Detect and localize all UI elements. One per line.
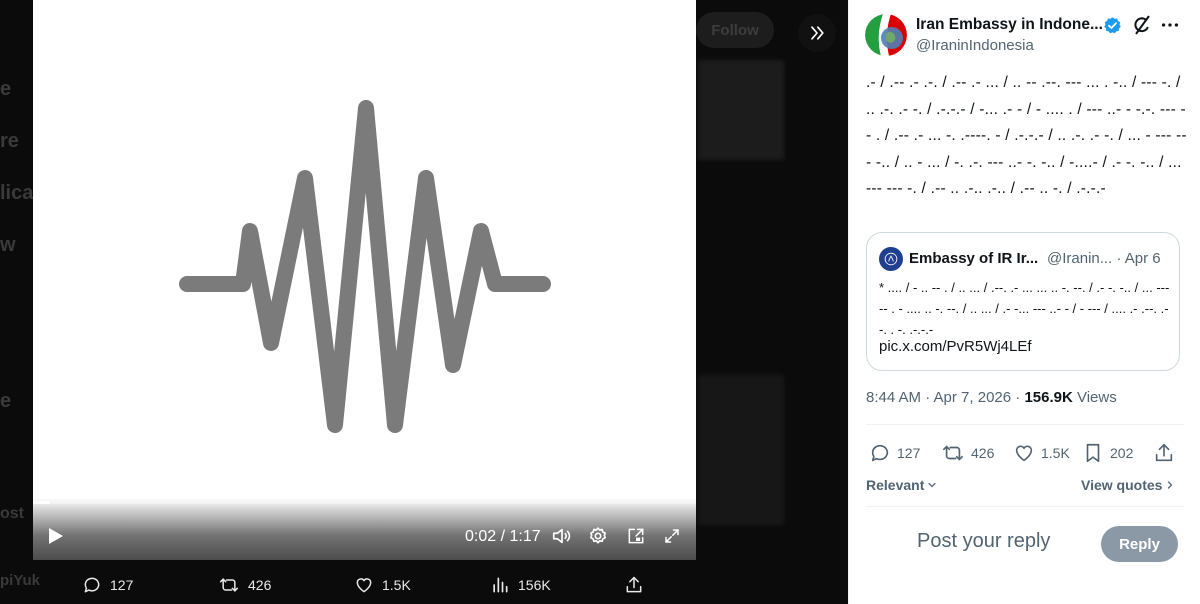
reply-count: 127 <box>897 445 921 461</box>
video-time: 0:02 / 1:17 <box>465 528 541 545</box>
picture-in-picture-icon <box>628 528 644 544</box>
settings-button[interactable] <box>585 522 611 550</box>
more-options-button[interactable] <box>1159 14 1181 41</box>
views-label: Views <box>1072 389 1117 406</box>
share-action[interactable] <box>1153 441 1175 465</box>
chevron-down-icon <box>928 482 936 488</box>
chevrons-right-icon <box>811 26 824 40</box>
quoted-post-card[interactable]: Embassy of IR Ir... @Iranin... · Apr 6 *… <box>866 232 1180 371</box>
background-image-blur <box>698 375 784 525</box>
current-time: 0:02 <box>465 528 497 545</box>
divider <box>866 424 1184 425</box>
ghost-sidebar-text: w <box>0 234 16 256</box>
bookmark-count: 202 <box>1110 445 1134 461</box>
author-name[interactable]: Iran Embassy in Indone... <box>916 16 1103 34</box>
post-text: .- / .-- .- .-. / .-- .- ... / .. -- .--… <box>866 74 1187 197</box>
analytics-icon <box>493 577 508 593</box>
ghost-sidebar-text: ost <box>0 505 24 522</box>
repost-count: 426 <box>248 577 272 593</box>
view-quotes-link[interactable]: View quotes <box>1081 477 1176 493</box>
media-reply-action[interactable]: 127 <box>82 572 133 598</box>
follow-button-background: Follow <box>696 12 774 48</box>
media-like-action[interactable]: 1.5K <box>354 572 411 598</box>
ghost-sidebar-text: e <box>0 390 12 412</box>
play-button[interactable] <box>43 522 69 550</box>
more-horizontal-icon <box>1161 23 1179 27</box>
divider <box>866 506 1184 507</box>
author-avatar[interactable] <box>865 14 907 56</box>
repost-action[interactable]: 426 <box>941 441 994 465</box>
author-handle[interactable]: @IraninIndonesia <box>916 37 1034 54</box>
like-count: 1.5K <box>1041 445 1070 461</box>
ghost-sidebar-text: lica <box>0 182 34 204</box>
quoted-handle: @Iranin... <box>1047 250 1113 267</box>
reply-input[interactable]: Post your reply <box>917 530 1050 553</box>
comment-icon <box>84 577 100 593</box>
chevron-right-icon <box>1168 481 1173 489</box>
quoted-author-handle-date: @Iranin... · Apr 6 <box>1047 250 1161 267</box>
quoted-post-link[interactable]: pic.x.com/PvR5Wj4LEf <box>879 338 1032 355</box>
repost-count: 426 <box>971 445 995 461</box>
reply-button[interactable]: Reply <box>1101 526 1178 562</box>
duration: 1:17 <box>509 528 541 545</box>
background-image-blur <box>698 60 784 160</box>
sort-label: Relevant <box>866 477 925 493</box>
ghost-sidebar-text: re <box>0 130 19 152</box>
like-action[interactable]: 1.5K <box>1013 441 1070 465</box>
media-share-action[interactable] <box>624 572 644 598</box>
emblem-icon <box>884 252 898 266</box>
quoted-author-name: Embassy of IR Ir... <box>909 250 1039 267</box>
share-icon <box>626 576 642 593</box>
like-count: 1.5K <box>382 577 411 593</box>
video-progress-bar[interactable] <box>33 501 696 504</box>
quoted-post-text: * .... / - .. -- . / .. ... / .--. .- ..… <box>879 280 1170 337</box>
video-player[interactable]: 0:02 / 1:17 <box>33 0 696 560</box>
reply-action[interactable]: 127 <box>869 441 920 465</box>
video-progress-fill <box>33 501 51 504</box>
pip-button[interactable] <box>623 522 649 550</box>
view-quotes-label: View quotes <box>1081 477 1163 493</box>
flag-globe-avatar <box>865 14 907 56</box>
waveform-line <box>179 100 551 433</box>
fullscreen-button[interactable] <box>659 522 685 550</box>
fullscreen-icon <box>665 529 679 543</box>
repost-icon <box>219 578 239 592</box>
verified-badge-icon <box>1103 16 1122 40</box>
views-count: 156K <box>518 577 551 593</box>
comment-icon <box>871 444 889 462</box>
x-media-viewer: e re lica w e ost piYuk Follow 0:02 / 1:… <box>0 0 1200 604</box>
quoted-date: · Apr 6 <box>1116 250 1161 267</box>
gear-icon <box>590 527 606 544</box>
sort-replies-dropdown[interactable]: Relevant <box>866 477 938 493</box>
speaker-icon <box>552 528 571 544</box>
heart-icon <box>1015 445 1033 462</box>
repost-icon <box>943 445 963 461</box>
heart-icon <box>356 578 372 593</box>
bookmark-action[interactable]: 202 <box>1082 441 1133 465</box>
post-time: 8:44 AM · Apr 7, 2026 · <box>866 389 1025 406</box>
volume-button[interactable] <box>549 522 575 550</box>
bookmark-icon <box>1086 443 1100 463</box>
grok-button[interactable] <box>1131 14 1153 41</box>
post-detail-panel: Iran Embassy in Indone... @IraninIndones… <box>848 0 1200 604</box>
play-icon <box>49 528 63 544</box>
share-icon <box>1155 443 1173 462</box>
post-timestamp[interactable]: 8:44 AM · Apr 7, 2026 · 156.9K Views <box>866 389 1117 406</box>
ghost-sidebar-text: piYuk <box>0 572 41 589</box>
grok-icon <box>1134 15 1150 35</box>
ghost-sidebar-text: e <box>0 78 12 100</box>
media-viewer-pane: e re lica w e ost piYuk Follow 0:02 / 1:… <box>0 0 848 604</box>
views-count: 156.9K <box>1024 389 1073 406</box>
audio-waveform-graphic <box>179 100 551 433</box>
media-views-action[interactable]: 156K <box>490 572 551 598</box>
media-repost-action[interactable]: 426 <box>218 572 271 598</box>
quoted-author-avatar <box>879 247 903 271</box>
expand-panel-button[interactable] <box>798 14 836 52</box>
reply-count: 127 <box>110 577 134 593</box>
